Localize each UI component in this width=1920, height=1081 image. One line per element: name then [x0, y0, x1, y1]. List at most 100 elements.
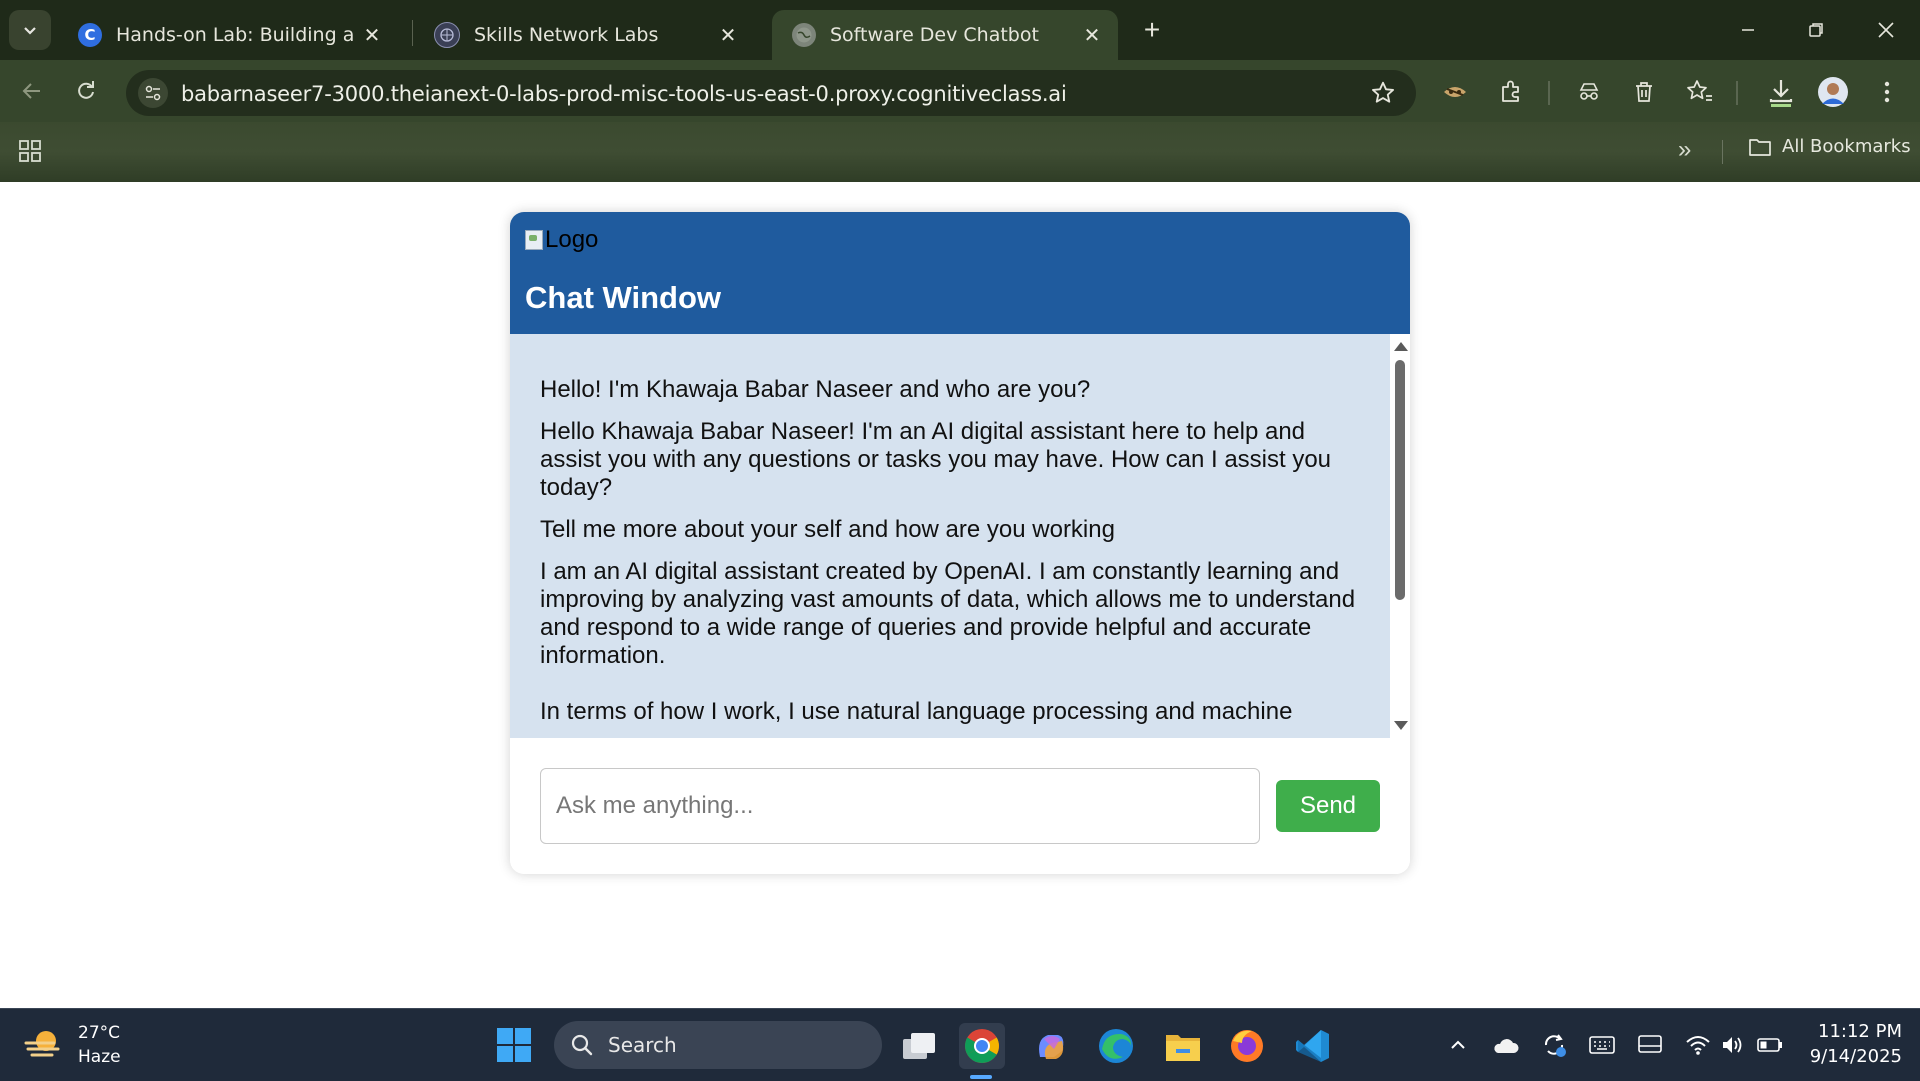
wifi-icon[interactable]	[1684, 1031, 1712, 1059]
windows-taskbar: 27°C Haze Search 11:12 PM 9/14/2025	[0, 1008, 1920, 1081]
windows-logo-icon	[497, 1028, 531, 1062]
browser-toolbar: babarnaseer7-3000.theianext-0-labs-prod-…	[0, 60, 1920, 122]
site-settings-icon[interactable]	[138, 78, 168, 108]
scroll-down-arrow-icon[interactable]	[1394, 721, 1408, 730]
sync-update-icon[interactable]	[1540, 1031, 1568, 1059]
url-text: babarnaseer7-3000.theianext-0-labs-prod-…	[181, 82, 1067, 106]
tab-skills-network-labs[interactable]: Skills Network Labs ✕	[414, 10, 754, 60]
weather-description: Haze	[78, 1047, 121, 1067]
message-text: Hello! I'm Khawaja Babar Naseer and who …	[540, 376, 1091, 403]
new-tab-button[interactable]: +	[1136, 12, 1168, 48]
message-text: I am an AI digital assistant created by …	[540, 558, 1356, 669]
bookmarks-bar: » All Bookmarks	[0, 122, 1920, 182]
message-text: In terms of how I work, I use natural la…	[540, 698, 1293, 725]
logo-image: Logo	[525, 226, 598, 254]
profile-avatar[interactable]	[1816, 75, 1850, 109]
chat-title: Chat Window	[525, 280, 722, 315]
taskbar-search[interactable]: Search	[554, 1021, 882, 1069]
toolbar-divider	[1736, 81, 1738, 105]
tab-title: Software Dev Chatbot	[830, 24, 1039, 46]
onedrive-cloud-icon[interactable]	[1492, 1031, 1520, 1059]
minimize-button[interactable]	[1718, 8, 1778, 52]
apps-grid-icon[interactable]	[18, 139, 42, 168]
chat-input[interactable]	[540, 768, 1260, 844]
vscode-icon[interactable]	[1290, 1023, 1336, 1069]
chat-container: Logo Chat Window Hello! I'm Khawaja Baba…	[510, 212, 1410, 874]
message-text: Tell me more about your self and how are…	[540, 516, 1115, 543]
restore-icon	[1809, 23, 1823, 37]
browser-tab-strip: C Hands-on Lab: Building a Basic ✕ Skill…	[0, 0, 1920, 60]
back-button[interactable]	[14, 73, 50, 109]
tab-hands-on-lab[interactable]: C Hands-on Lab: Building a Basic ✕	[58, 10, 398, 60]
tab-title: Skills Network Labs	[474, 24, 659, 46]
file-explorer-icon[interactable]	[1160, 1023, 1206, 1069]
chrome-taskbar-icon[interactable]	[959, 1023, 1005, 1069]
extensions-puzzle-icon[interactable]	[1494, 75, 1528, 109]
display-icon[interactable]	[1636, 1031, 1664, 1059]
haze-sun-icon	[24, 1031, 60, 1057]
address-bar[interactable]: babarnaseer7-3000.theianext-0-labs-prod-…	[126, 70, 1416, 116]
globe-icon	[792, 23, 816, 47]
trash-icon[interactable]	[1627, 75, 1661, 109]
bot-message: I am an AI digital assistant created by …	[540, 558, 1360, 726]
logo-alt-text: Logo	[545, 226, 599, 253]
page-content: Logo Chat Window Hello! I'm Khawaja Baba…	[0, 182, 1920, 1008]
messages-scrollbar[interactable]	[1390, 334, 1410, 738]
bot-message: Hello Khawaja Babar Naseer! I'm an AI di…	[540, 418, 1360, 502]
close-window-button[interactable]	[1856, 8, 1916, 52]
scrollbar-thumb[interactable]	[1395, 360, 1405, 600]
tab-title: Hands-on Lab: Building a Basic	[116, 24, 358, 46]
user-message: Hello! I'm Khawaja Babar Naseer and who …	[540, 376, 1360, 404]
battery-icon[interactable]	[1756, 1031, 1784, 1059]
broken-image-icon	[525, 230, 543, 250]
search-icon	[571, 1034, 593, 1056]
clock-date: 9/14/2025	[1809, 1046, 1902, 1067]
weather-temperature: 27°C	[78, 1023, 121, 1043]
skills-network-icon	[434, 22, 460, 48]
close-tab-icon[interactable]: ✕	[1078, 23, 1106, 47]
reload-icon	[78, 81, 94, 99]
tab-divider	[412, 20, 413, 46]
all-bookmarks-label: All Bookmarks	[1782, 136, 1911, 157]
bookmarks-star-icon[interactable]	[1682, 75, 1716, 109]
chat-input-area: Send	[510, 738, 1410, 874]
message-list: Hello! I'm Khawaja Babar Naseer and who …	[540, 376, 1360, 738]
task-view-icon[interactable]	[896, 1023, 942, 1069]
close-tab-icon[interactable]: ✕	[714, 23, 742, 47]
reload-button[interactable]	[68, 73, 104, 109]
weather-widget[interactable]: 27°C Haze	[24, 1021, 121, 1069]
system-clock[interactable]: 11:12 PM 9/14/2025	[1802, 1019, 1902, 1069]
firefox-icon[interactable]	[1224, 1023, 1270, 1069]
all-bookmarks-button[interactable]: All Bookmarks	[1748, 136, 1911, 157]
search-label: Search	[608, 1033, 677, 1057]
tab-search-button[interactable]	[9, 10, 51, 50]
coursera-c-icon: C	[78, 23, 102, 47]
chat-header: Logo Chat Window	[510, 212, 1410, 334]
bookmarks-divider	[1722, 140, 1723, 164]
copilot-icon[interactable]	[1028, 1023, 1074, 1069]
start-button[interactable]	[496, 1027, 532, 1068]
volume-icon[interactable]	[1720, 1031, 1748, 1059]
close-icon	[1878, 22, 1894, 38]
folder-icon	[1749, 138, 1771, 156]
restore-button[interactable]	[1786, 8, 1846, 52]
minimize-icon	[1742, 29, 1754, 31]
message-text: Hello Khawaja Babar Naseer! I'm an AI di…	[540, 418, 1332, 501]
scroll-up-arrow-icon[interactable]	[1394, 342, 1408, 351]
incognito-icon[interactable]	[1572, 75, 1606, 109]
close-tab-icon[interactable]: ✕	[358, 23, 386, 47]
menu-kebab-icon[interactable]	[1870, 75, 1904, 109]
active-app-indicator	[970, 1075, 992, 1079]
chat-messages[interactable]: Hello! I'm Khawaja Babar Naseer and who …	[510, 334, 1390, 738]
keyboard-icon[interactable]	[1588, 1031, 1616, 1059]
clock-time: 11:12 PM	[1818, 1021, 1902, 1042]
arrow-left-icon	[22, 83, 40, 99]
double-chevron-right-icon[interactable]: »	[1678, 136, 1691, 164]
send-button[interactable]: Send	[1276, 780, 1380, 832]
bookmark-star-icon[interactable]	[1370, 80, 1396, 111]
chevron-up-icon[interactable]	[1444, 1031, 1472, 1059]
download-icon[interactable]	[1764, 75, 1798, 109]
edge-icon[interactable]	[1093, 1023, 1139, 1069]
extension-mask-icon[interactable]	[1438, 75, 1472, 109]
tab-software-dev-chatbot[interactable]: Software Dev Chatbot ✕	[772, 10, 1118, 60]
